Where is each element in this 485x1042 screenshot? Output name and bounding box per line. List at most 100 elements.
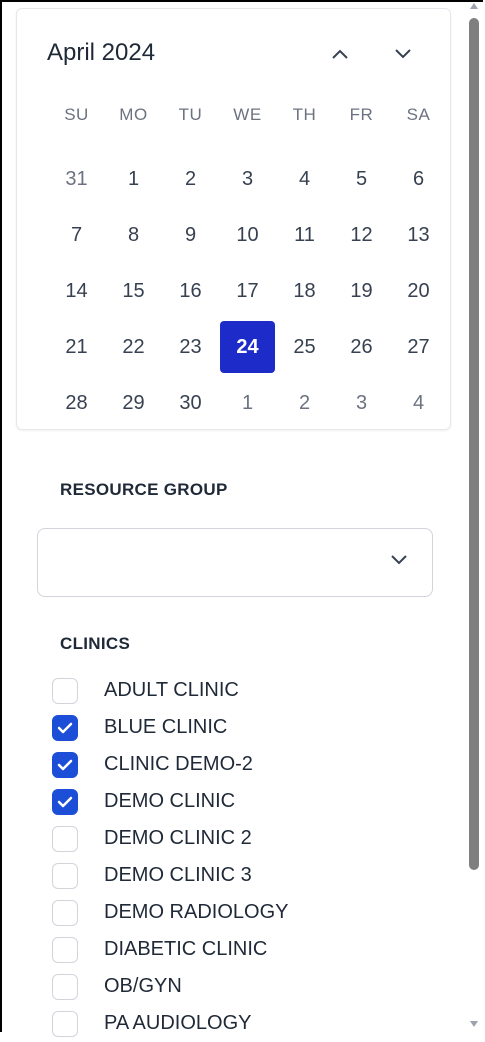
clinic-checkbox[interactable] [52, 788, 78, 815]
calendar-day[interactable]: 23 [162, 319, 219, 375]
clinic-item[interactable]: DIABETIC CLINIC [52, 931, 288, 968]
calendar-day-label: 30 [179, 391, 202, 414]
resource-group-select[interactable] [37, 528, 433, 597]
calendar-day[interactable]: 7 [48, 207, 105, 263]
calendar-day[interactable]: 5 [333, 151, 390, 207]
calendar-day-label: 20 [407, 279, 430, 302]
calendar-day[interactable]: 10 [219, 207, 276, 263]
weekday-header: FR [349, 105, 374, 124]
clinic-list: ADULT CLINIC BLUE CLINIC CLINIC DEMO-2 DEMO… [52, 672, 288, 1042]
calendar-day-selected[interactable]: 24 [219, 319, 276, 375]
scroll-up-arrow-icon[interactable] [469, 2, 479, 10]
scrollbar[interactable] [465, 0, 483, 1032]
calendar-day[interactable]: 26 [333, 319, 390, 375]
calendar-day-label: 4 [412, 391, 425, 414]
clinic-item[interactable]: OB/GYN [52, 968, 288, 1005]
clinic-item[interactable]: ADULT CLINIC [52, 672, 288, 709]
calendar-day[interactable]: 19 [333, 263, 390, 319]
clinic-checkbox[interactable] [52, 899, 78, 926]
chevron-down-icon [391, 555, 407, 565]
calendar-day-label: 29 [122, 391, 145, 414]
calendar-day-label: 5 [355, 167, 368, 190]
clinic-label: DEMO CLINIC 3 [104, 864, 252, 886]
calendar-day[interactable]: 12 [333, 207, 390, 263]
calendar-day[interactable]: 13 [390, 207, 447, 263]
calendar-day-label: 10 [236, 223, 259, 246]
calendar-day-label: 27 [407, 335, 430, 358]
clinic-checkbox[interactable] [52, 1010, 78, 1037]
clinic-checkbox[interactable] [52, 973, 78, 1000]
calendar-day-label: 17 [236, 279, 259, 302]
calendar-day[interactable]: 28 [48, 375, 105, 431]
calendar-day-label: 22 [122, 335, 145, 358]
previous-month-button[interactable] [327, 41, 353, 67]
calendar-day[interactable]: 18 [276, 263, 333, 319]
clinic-label: ADULT CLINIC [104, 679, 239, 701]
clinic-label: DEMO CLINIC [104, 790, 236, 812]
calendar-day-label: 8 [127, 223, 140, 246]
calendar-day[interactable]: 16 [162, 263, 219, 319]
calendar-day[interactable]: 8 [105, 207, 162, 263]
calendar-day-label: 1 [127, 167, 140, 190]
calendar-day[interactable]: 3 [219, 151, 276, 207]
calendar-day[interactable]: 4 [390, 375, 447, 431]
month-title: April 2024 [47, 39, 156, 66]
calendar-day[interactable]: 17 [219, 263, 276, 319]
next-month-button[interactable] [390, 41, 416, 67]
clinic-item[interactable]: DEMO RADIOLOGY [52, 894, 288, 931]
scroll-down-arrow-icon[interactable] [469, 1020, 479, 1028]
calendar-day[interactable]: 9 [162, 207, 219, 263]
calendar-day-label: 6 [412, 167, 425, 190]
clinic-label: DIABETIC CLINIC [104, 938, 268, 960]
calendar-day[interactable]: 31 [48, 151, 105, 207]
calendar-day[interactable]: 2 [276, 375, 333, 431]
calendar-day[interactable]: 6 [390, 151, 447, 207]
checkmark-icon [57, 759, 73, 770]
clinic-checkbox[interactable] [52, 825, 78, 852]
calendar-day-label: 3 [355, 391, 368, 414]
calendar-day[interactable]: 1 [219, 375, 276, 431]
calendar-day-label: 25 [293, 335, 316, 358]
clinic-label: OB/GYN [104, 975, 182, 997]
clinic-checkbox[interactable] [52, 714, 78, 741]
clinic-item[interactable]: BLUE CLINIC [52, 709, 288, 746]
calendar-day-label: 16 [179, 279, 202, 302]
calendar-day-label: 3 [241, 167, 254, 190]
clinic-item[interactable]: DEMO CLINIC [52, 783, 288, 820]
clinic-label: DEMO RADIOLOGY [104, 901, 289, 923]
calendar-day[interactable]: 29 [105, 375, 162, 431]
calendar-day[interactable]: 1 [105, 151, 162, 207]
weekday-header: TH [292, 105, 317, 124]
calendar-day-label: 28 [65, 391, 88, 414]
calendar-day[interactable]: 30 [162, 375, 219, 431]
calendar-day[interactable]: 20 [390, 263, 447, 319]
calendar-day[interactable]: 21 [48, 319, 105, 375]
calendar-day-label: 18 [293, 279, 316, 302]
clinic-checkbox[interactable] [52, 751, 78, 778]
calendar-day[interactable]: 14 [48, 263, 105, 319]
clinic-item[interactable]: CLINIC DEMO-2 [52, 746, 288, 783]
calendar-day-label: 14 [65, 279, 88, 302]
calendar-day[interactable]: 11 [276, 207, 333, 263]
calendar-day[interactable]: 25 [276, 319, 333, 375]
calendar-day[interactable]: 2 [162, 151, 219, 207]
calendar-day[interactable]: 3 [333, 375, 390, 431]
clinic-checkbox[interactable] [52, 862, 78, 889]
calendar-day[interactable]: 15 [105, 263, 162, 319]
clinic-item[interactable]: DEMO CLINIC 3 [52, 857, 288, 894]
calendar-day-label: 7 [70, 223, 83, 246]
calendar-day-label: 4 [298, 167, 311, 190]
clinic-label: BLUE CLINIC [104, 716, 228, 738]
calendar-day-label: 11 [294, 223, 315, 246]
clinic-item[interactable]: PA AUDIOLOGY [52, 1005, 288, 1042]
weekday-header: TU [178, 105, 203, 124]
calendar-day[interactable]: 4 [276, 151, 333, 207]
clinic-item[interactable]: DEMO CLINIC 2 [52, 820, 288, 857]
calendar-day[interactable]: 22 [105, 319, 162, 375]
calendar-day[interactable]: 27 [390, 319, 447, 375]
clinic-checkbox[interactable] [52, 677, 78, 704]
chevron-down-icon [395, 49, 411, 59]
weekday-header: SU [64, 105, 89, 124]
clinic-checkbox[interactable] [52, 936, 78, 963]
scrollbar-thumb[interactable] [469, 18, 479, 870]
